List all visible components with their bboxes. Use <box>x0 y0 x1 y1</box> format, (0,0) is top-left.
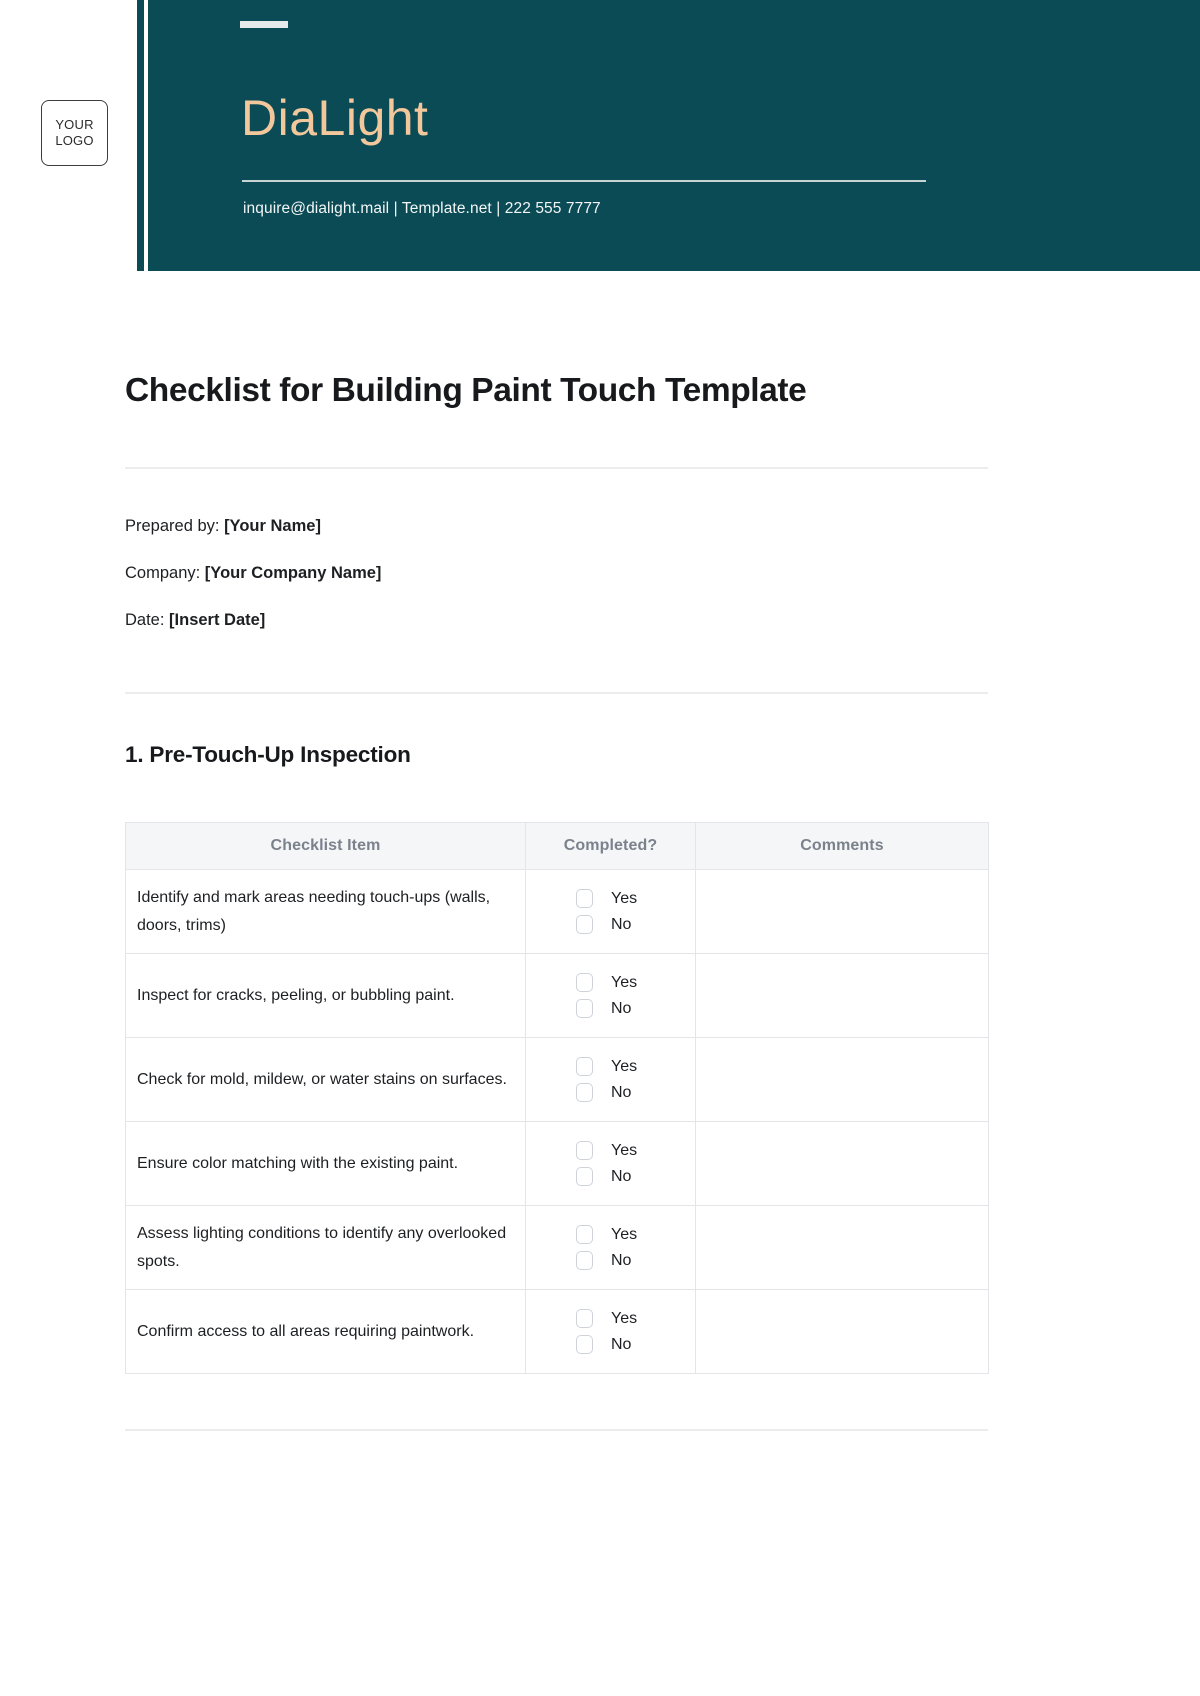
option-label: No <box>611 1335 632 1353</box>
checkbox-icon[interactable] <box>576 1251 593 1270</box>
option-yes[interactable]: Yes <box>576 889 637 908</box>
comments-cell[interactable] <box>695 1289 989 1374</box>
option-no[interactable]: No <box>576 915 631 934</box>
option-label: Yes <box>611 889 638 907</box>
option-group: Yes No <box>526 870 695 953</box>
document-header: DiaLight inquire@dialight.mail | Templat… <box>0 0 1200 271</box>
header-accent-bar <box>137 0 144 271</box>
table-row: Identify and mark areas needing touch-up… <box>125 869 989 954</box>
option-group: Yes No <box>526 1122 695 1205</box>
divider-middle <box>125 692 988 694</box>
table-row: Ensure color matching with the existing … <box>125 1121 989 1206</box>
meta-date-value: [Insert Date] <box>169 611 266 629</box>
document-page: DiaLight inquire@dialight.mail | Templat… <box>0 0 1200 1696</box>
checkbox-icon[interactable] <box>576 889 593 908</box>
checkbox-icon[interactable] <box>576 1225 593 1244</box>
option-group: Yes No <box>526 1206 695 1289</box>
option-no[interactable]: No <box>576 1335 631 1354</box>
completed-cell: Yes No <box>525 1289 696 1374</box>
comments-cell[interactable] <box>695 1121 989 1206</box>
checkbox-icon[interactable] <box>576 1141 593 1160</box>
option-no[interactable]: No <box>576 1083 631 1102</box>
option-label: Yes <box>611 1057 638 1075</box>
column-header-checklist-item: Checklist Item <box>125 822 526 870</box>
option-label: No <box>611 1167 632 1185</box>
comments-cell[interactable] <box>695 953 989 1038</box>
completed-cell: Yes No <box>525 953 696 1038</box>
option-label: No <box>611 915 632 933</box>
logo-placeholder: YOUR LOGO <box>41 100 108 166</box>
completed-cell: Yes No <box>525 1205 696 1290</box>
checklist-item-cell: Inspect for cracks, peeling, or bubbling… <box>125 953 526 1038</box>
option-yes[interactable]: Yes <box>576 1057 637 1076</box>
checkbox-icon[interactable] <box>576 1083 593 1102</box>
option-label: Yes <box>611 1309 638 1327</box>
option-yes[interactable]: Yes <box>576 1309 637 1328</box>
column-header-completed: Completed? <box>525 822 696 870</box>
logo-line-2: LOGO <box>55 133 94 148</box>
table-row: Assess lighting conditions to identify a… <box>125 1205 989 1290</box>
option-no[interactable]: No <box>576 999 631 1018</box>
meta-date: Date: [Insert Date] <box>125 612 925 659</box>
checkbox-icon[interactable] <box>576 973 593 992</box>
meta-company-value: [Your Company Name] <box>204 564 382 582</box>
comments-cell[interactable] <box>695 869 989 954</box>
option-label: No <box>611 999 632 1017</box>
logo-line-1: YOUR <box>55 117 94 133</box>
table-body: Identify and mark areas needing touch-up… <box>125 869 989 1374</box>
checkbox-icon[interactable] <box>576 1057 593 1076</box>
table-row: Check for mold, mildew, or water stains … <box>125 1037 989 1122</box>
checkbox-icon[interactable] <box>576 1167 593 1186</box>
divider-top <box>125 467 988 469</box>
brand-contact-line: inquire@dialight.mail | Template.net | 2… <box>243 200 601 217</box>
checklist-table: Checklist Item Completed? Comments Ident… <box>125 822 989 1374</box>
meta-company-label: Company: <box>125 564 205 582</box>
option-group: Yes No <box>526 1290 695 1373</box>
brand-name: DiaLight <box>241 90 429 146</box>
table-row: Confirm access to all areas requiring pa… <box>125 1289 989 1374</box>
comments-cell[interactable] <box>695 1205 989 1290</box>
checkbox-icon[interactable] <box>576 1309 593 1328</box>
completed-cell: Yes No <box>525 1121 696 1206</box>
option-yes[interactable]: Yes <box>576 1141 637 1160</box>
checklist-item-cell: Ensure color matching with the existing … <box>125 1121 526 1206</box>
document-meta: Prepared by: [Your Name] Company: [Your … <box>125 518 925 659</box>
option-yes[interactable]: Yes <box>576 973 637 992</box>
option-yes[interactable]: Yes <box>576 1225 637 1244</box>
header-banner: DiaLight inquire@dialight.mail | Templat… <box>148 0 1200 271</box>
section-heading: 1. Pre-Touch-Up Inspection <box>125 742 411 767</box>
completed-cell: Yes No <box>525 1037 696 1122</box>
meta-prepared-by-value: [Your Name] <box>224 517 321 535</box>
checkbox-icon[interactable] <box>576 999 593 1018</box>
option-no[interactable]: No <box>576 1251 631 1270</box>
option-label: No <box>611 1083 632 1101</box>
table-header-row: Checklist Item Completed? Comments <box>125 822 989 870</box>
header-dash-mark <box>240 21 288 28</box>
option-group: Yes No <box>526 1038 695 1121</box>
checkbox-icon[interactable] <box>576 1335 593 1354</box>
option-label: Yes <box>611 1141 638 1159</box>
brand-divider-rule <box>242 180 926 182</box>
checklist-item-cell: Confirm access to all areas requiring pa… <box>125 1289 526 1374</box>
checklist-item-cell: Assess lighting conditions to identify a… <box>125 1205 526 1290</box>
column-header-comments: Comments <box>695 822 989 870</box>
option-no[interactable]: No <box>576 1167 631 1186</box>
table-row: Inspect for cracks, peeling, or bubbling… <box>125 953 989 1038</box>
comments-cell[interactable] <box>695 1037 989 1122</box>
meta-date-label: Date: <box>125 611 170 629</box>
meta-prepared-by: Prepared by: [Your Name] <box>125 518 925 565</box>
checkbox-icon[interactable] <box>576 915 593 934</box>
page-title: Checklist for Building Paint Touch Templ… <box>125 372 807 409</box>
checklist-item-cell: Identify and mark areas needing touch-up… <box>125 869 526 954</box>
meta-company: Company: [Your Company Name] <box>125 565 925 612</box>
meta-prepared-by-label: Prepared by: <box>125 517 225 535</box>
option-label: No <box>611 1251 632 1269</box>
divider-bottom <box>125 1429 988 1431</box>
option-label: Yes <box>611 973 638 991</box>
completed-cell: Yes No <box>525 869 696 954</box>
option-group: Yes No <box>526 954 695 1037</box>
option-label: Yes <box>611 1225 638 1243</box>
table-head: Checklist Item Completed? Comments <box>125 822 989 870</box>
checklist-item-cell: Check for mold, mildew, or water stains … <box>125 1037 526 1122</box>
